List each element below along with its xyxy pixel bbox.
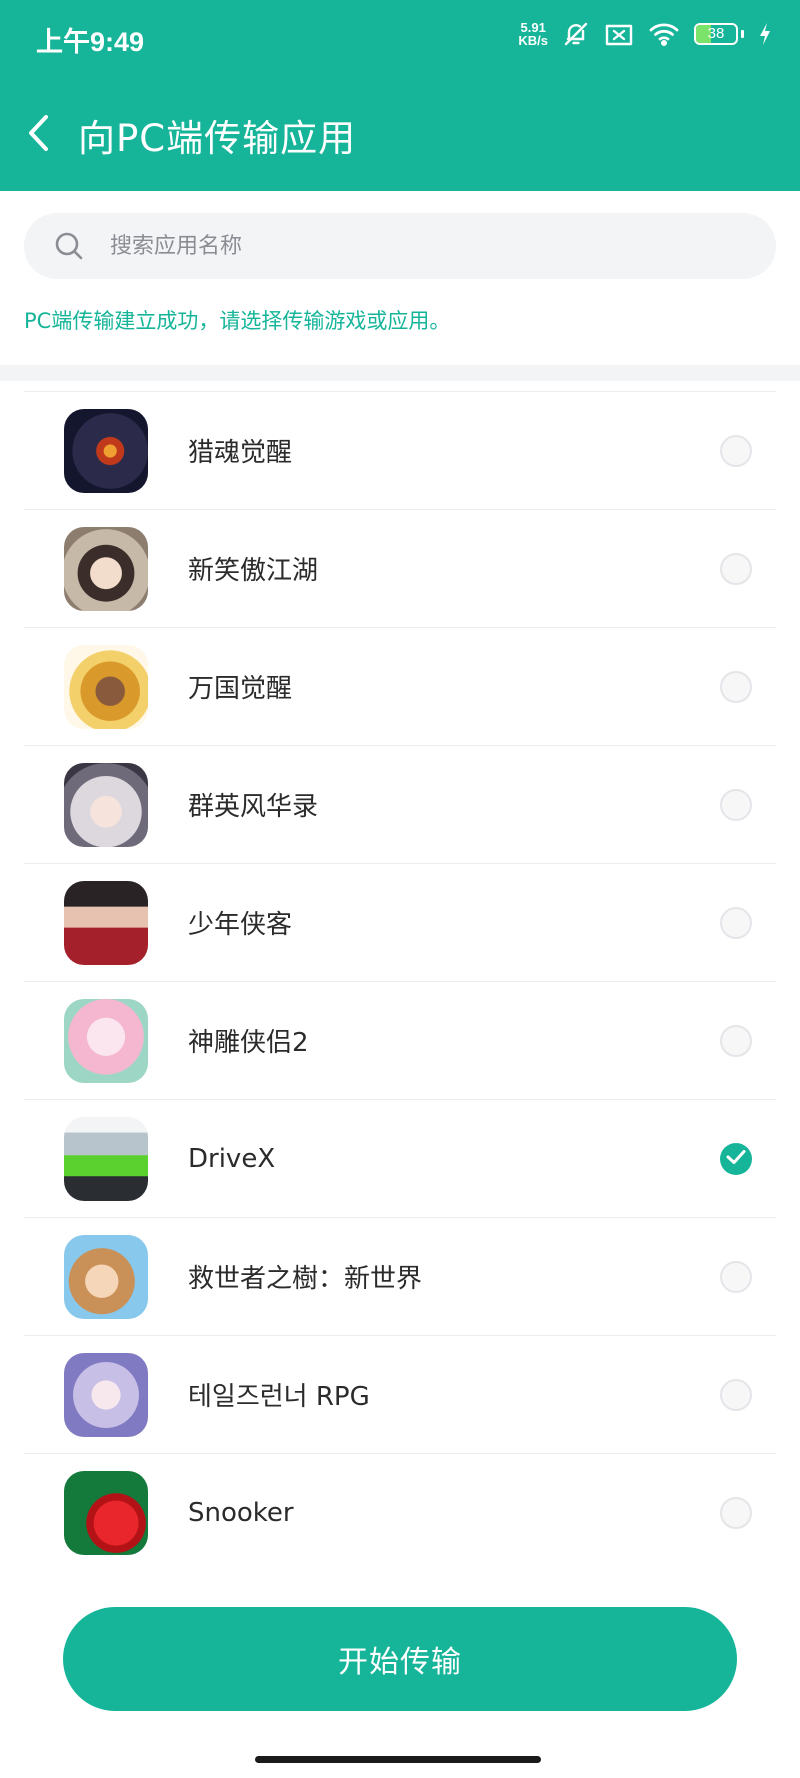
- app-icon-snooker: [64, 1470, 148, 1555]
- list-item[interactable]: 神雕侠侣2: [24, 982, 776, 1100]
- list-item[interactable]: 猎魂觉醒: [24, 392, 776, 510]
- section-divider: [0, 365, 800, 381]
- app-icon-shaonian: [64, 880, 148, 965]
- title-bar: 向PC端传输应用: [0, 78, 800, 191]
- status-icons: 5.91 KB/s 38: [518, 20, 772, 48]
- list-item[interactable]: 新笑傲江湖: [24, 510, 776, 628]
- select-radio[interactable]: [720, 1024, 752, 1057]
- select-radio[interactable]: [720, 1378, 752, 1411]
- battery-level: 38: [707, 25, 725, 42]
- app-icon-talesrunner: [64, 1352, 148, 1437]
- app-name: Snooker: [188, 1497, 294, 1528]
- list-item[interactable]: 少年侠客: [24, 864, 776, 982]
- back-button[interactable]: [2, 98, 76, 172]
- bell-muted-icon: [562, 20, 590, 48]
- select-radio[interactable]: [720, 906, 752, 939]
- app-icon-drivex: [64, 1116, 148, 1201]
- home-indicator[interactable]: [255, 1756, 541, 1763]
- select-radio[interactable]: [720, 1496, 752, 1529]
- checkmark-icon: [726, 1149, 746, 1169]
- status-bar: 上午9:49 5.91 KB/s 38: [0, 0, 800, 78]
- app-name: 新笑傲江湖: [188, 556, 319, 586]
- battery-indicator: 38: [694, 23, 744, 45]
- search-box[interactable]: [24, 213, 776, 279]
- list-item[interactable]: DriveX: [24, 1100, 776, 1218]
- wifi-icon: [648, 21, 680, 47]
- list-item[interactable]: 테일즈런너 RPG: [24, 1336, 776, 1454]
- select-radio-checked[interactable]: [720, 1142, 752, 1175]
- app-name: 神雕侠侣2: [188, 1028, 309, 1058]
- list-item[interactable]: Snooker: [24, 1454, 776, 1571]
- connection-hint: PC端传输建立成功，请选择传输游戏或应用。: [24, 309, 451, 333]
- app-name: 테일즈런너 RPG: [188, 1382, 370, 1412]
- network-speed: 5.91 KB/s: [518, 21, 548, 47]
- app-name: DriveX: [188, 1143, 276, 1174]
- list-item[interactable]: 救世者之樹：新世界: [24, 1218, 776, 1336]
- app-icon-jiushizhe: [64, 1234, 148, 1319]
- app-name: 猎魂觉醒: [188, 438, 293, 468]
- select-radio[interactable]: [720, 670, 752, 703]
- app-name: 群英风华录: [188, 792, 319, 822]
- select-radio[interactable]: [720, 552, 752, 585]
- battery-cap: [741, 30, 744, 38]
- app-icon-lieshun: [64, 408, 148, 493]
- select-radio[interactable]: [720, 788, 752, 821]
- search-icon: [54, 231, 84, 261]
- app-header: 上午9:49 5.91 KB/s 38 向PC端传输应用: [0, 0, 800, 191]
- search-area: [0, 191, 800, 279]
- app-icon-qunying: [64, 762, 148, 847]
- app-list: 猎魂觉醒 新笑傲江湖 万国觉醒 群英风华录 少年侠客 神雕侠侣2 DriveX: [24, 391, 776, 1571]
- app-icon-xiaoao: [64, 526, 148, 611]
- start-transfer-button[interactable]: 开始传输: [63, 1607, 737, 1711]
- charging-icon: [758, 22, 772, 46]
- app-name: 万国觉醒: [188, 674, 293, 704]
- app-icon-shendiao: [64, 998, 148, 1083]
- select-radio[interactable]: [720, 434, 752, 467]
- app-name: 少年侠客: [188, 910, 293, 940]
- status-time: 上午9:49: [36, 27, 145, 57]
- app-name: 救世者之樹：新世界: [188, 1264, 423, 1294]
- list-item[interactable]: 群英风华录: [24, 746, 776, 864]
- page-title: 向PC端传输应用: [78, 116, 357, 160]
- select-radio[interactable]: [720, 1260, 752, 1293]
- battery-body: 38: [694, 23, 738, 45]
- list-item[interactable]: 万国觉醒: [24, 628, 776, 746]
- sim-disabled-icon: [604, 21, 634, 47]
- search-input[interactable]: [108, 232, 712, 260]
- app-icon-wanguo: [64, 644, 148, 729]
- chevron-left-icon: [26, 113, 52, 157]
- network-speed-unit: KB/s: [518, 33, 548, 48]
